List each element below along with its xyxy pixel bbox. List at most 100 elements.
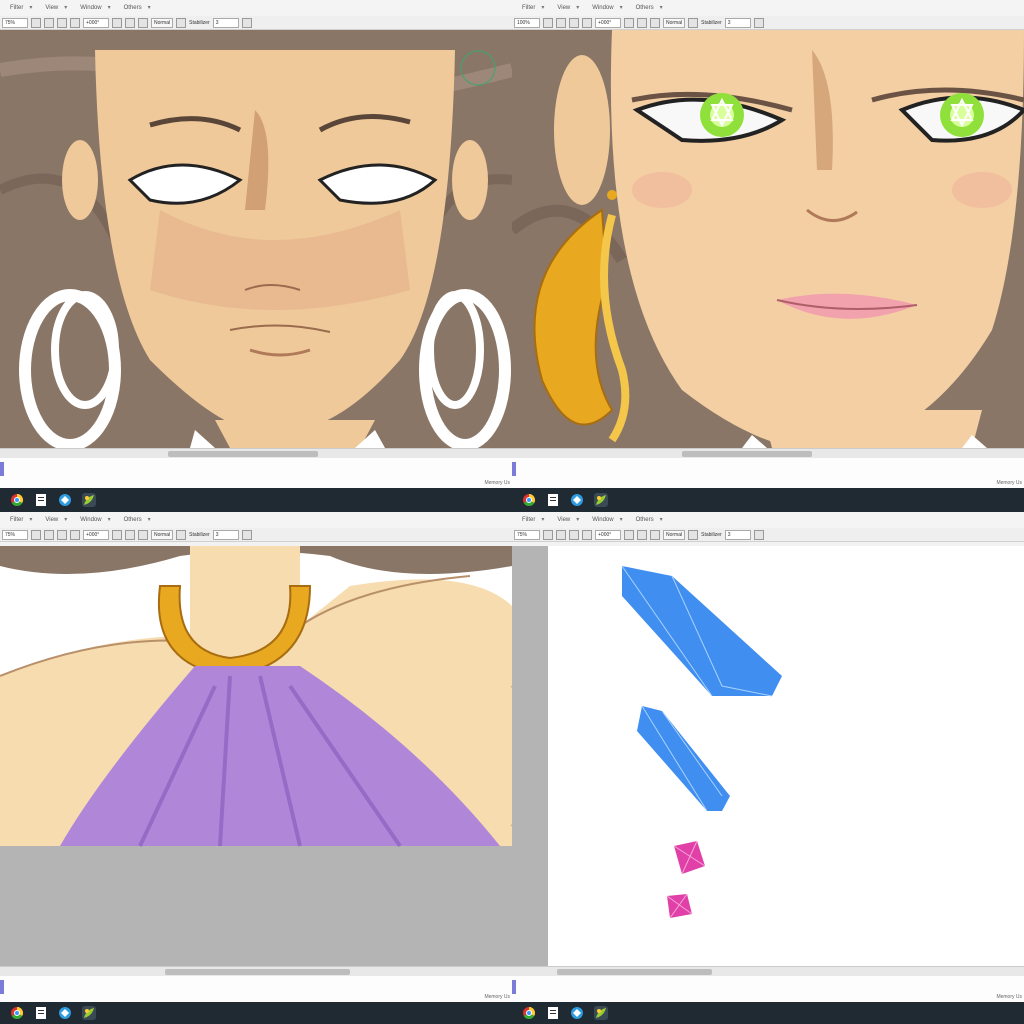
- menu-window[interactable]: Window: [72, 516, 111, 523]
- zoom-in-button[interactable]: [556, 17, 566, 28]
- app-icon[interactable]: [58, 493, 72, 507]
- menu-window[interactable]: Window: [584, 4, 623, 11]
- zoom-reset-button[interactable]: [569, 17, 579, 28]
- drawing-canvas[interactable]: [512, 30, 1024, 448]
- zoom-field[interactable]: 100%: [514, 17, 540, 28]
- paint-icon[interactable]: [594, 493, 608, 507]
- menu-view[interactable]: View: [549, 516, 580, 523]
- rotate-right-button[interactable]: [637, 17, 647, 28]
- paint-icon[interactable]: [82, 493, 96, 507]
- blend-mode-select[interactable]: Normal: [151, 17, 174, 28]
- blend-mode-select[interactable]: Normal: [663, 529, 686, 540]
- notes-icon[interactable]: [34, 493, 48, 507]
- notes-icon[interactable]: [546, 1006, 560, 1020]
- stabilizer-dropdown[interactable]: [753, 17, 764, 28]
- rotate-reset-button[interactable]: [138, 17, 148, 28]
- paint-icon[interactable]: [594, 1006, 608, 1020]
- zoom-out-button[interactable]: [31, 529, 41, 540]
- paint-icon[interactable]: [82, 1006, 96, 1020]
- zoom-reset-button[interactable]: [569, 529, 579, 540]
- rotation-field[interactable]: +000°: [595, 529, 621, 540]
- zoom-in-button[interactable]: [44, 529, 54, 540]
- chrome-icon[interactable]: [10, 493, 24, 507]
- flip-button[interactable]: [176, 17, 187, 28]
- menu-window[interactable]: Window: [584, 516, 623, 523]
- menu-filter[interactable]: Filter: [2, 516, 33, 523]
- menu-others[interactable]: Others: [628, 516, 664, 523]
- chrome-icon[interactable]: [522, 493, 536, 507]
- zoom-out-button[interactable]: [31, 17, 41, 28]
- drawing-canvas[interactable]: [512, 546, 1024, 966]
- rotate-right-button[interactable]: [125, 529, 135, 540]
- menu-view[interactable]: View: [549, 4, 580, 11]
- zoom-fit-button[interactable]: [70, 529, 80, 540]
- notes-icon[interactable]: [546, 493, 560, 507]
- menu-others[interactable]: Others: [628, 4, 664, 11]
- status-bar: Memory Us: [512, 976, 1024, 1002]
- stabilizer-label: Stabilizer: [701, 531, 722, 538]
- menu-window[interactable]: Window: [72, 4, 111, 11]
- menu-bar: Filter View Window Others: [512, 512, 1024, 528]
- status-bar: Memory Us: [0, 976, 512, 1002]
- rotate-reset-button[interactable]: [650, 17, 660, 28]
- zoom-field[interactable]: 75%: [514, 529, 540, 540]
- drawing-canvas[interactable]: [0, 30, 512, 448]
- app-icon[interactable]: [58, 1006, 72, 1020]
- rotate-left-button[interactable]: [112, 17, 122, 28]
- taskbar: [0, 488, 512, 512]
- app-icon[interactable]: [570, 1006, 584, 1020]
- rotation-field[interactable]: +000°: [83, 17, 109, 28]
- rotate-right-button[interactable]: [125, 17, 135, 28]
- app-window-crystals: Filter View Window Others 75% +000° Norm…: [512, 512, 1024, 1024]
- scrollbar-thumb[interactable]: [557, 969, 712, 975]
- flip-button[interactable]: [688, 17, 699, 28]
- zoom-field[interactable]: 75%: [2, 17, 28, 28]
- zoom-in-button[interactable]: [556, 529, 566, 540]
- rotate-reset-button[interactable]: [138, 529, 148, 540]
- stabilizer-field[interactable]: 3: [212, 17, 239, 28]
- stabilizer-dropdown[interactable]: [753, 529, 764, 540]
- stabilizer-field[interactable]: 3: [724, 17, 751, 28]
- menu-filter[interactable]: Filter: [514, 516, 545, 523]
- stabilizer-label: Stabilizer: [189, 19, 210, 26]
- zoom-fit-button[interactable]: [582, 17, 592, 28]
- blend-mode-select[interactable]: Normal: [151, 529, 174, 540]
- scrollbar-thumb[interactable]: [168, 451, 318, 457]
- rotate-left-button[interactable]: [624, 529, 634, 540]
- zoom-reset-button[interactable]: [57, 529, 67, 540]
- notes-icon[interactable]: [34, 1006, 48, 1020]
- zoom-fit-button[interactable]: [70, 17, 80, 28]
- rotate-left-button[interactable]: [624, 17, 634, 28]
- rotate-reset-button[interactable]: [650, 529, 660, 540]
- app-icon[interactable]: [570, 493, 584, 507]
- rotate-right-button[interactable]: [637, 529, 647, 540]
- menu-view[interactable]: View: [37, 516, 68, 523]
- app-window-face-colored: Filter View Window Others 100% +000° Nor…: [512, 0, 1024, 512]
- chrome-icon[interactable]: [522, 1006, 536, 1020]
- menu-others[interactable]: Others: [116, 4, 152, 11]
- stabilizer-dropdown[interactable]: [241, 529, 252, 540]
- scrollbar-thumb[interactable]: [165, 969, 350, 975]
- zoom-reset-button[interactable]: [57, 17, 67, 28]
- stabilizer-field[interactable]: 3: [212, 529, 239, 540]
- rotation-field[interactable]: +000°: [83, 529, 109, 540]
- rotate-left-button[interactable]: [112, 529, 122, 540]
- zoom-out-button[interactable]: [543, 17, 553, 28]
- scrollbar-thumb[interactable]: [682, 451, 812, 457]
- menu-others[interactable]: Others: [116, 516, 152, 523]
- menu-filter[interactable]: Filter: [2, 4, 33, 11]
- menu-filter[interactable]: Filter: [514, 4, 545, 11]
- rotation-field[interactable]: +000°: [595, 17, 621, 28]
- zoom-field[interactable]: 75%: [2, 529, 28, 540]
- stabilizer-field[interactable]: 3: [724, 529, 751, 540]
- stabilizer-dropdown[interactable]: [241, 17, 252, 28]
- menu-view[interactable]: View: [37, 4, 68, 11]
- blend-mode-select[interactable]: Normal: [663, 17, 686, 28]
- flip-button[interactable]: [688, 529, 699, 540]
- chrome-icon[interactable]: [10, 1006, 24, 1020]
- flip-button[interactable]: [176, 529, 187, 540]
- zoom-in-button[interactable]: [44, 17, 54, 28]
- zoom-out-button[interactable]: [543, 529, 553, 540]
- drawing-canvas[interactable]: [0, 546, 512, 966]
- zoom-fit-button[interactable]: [582, 529, 592, 540]
